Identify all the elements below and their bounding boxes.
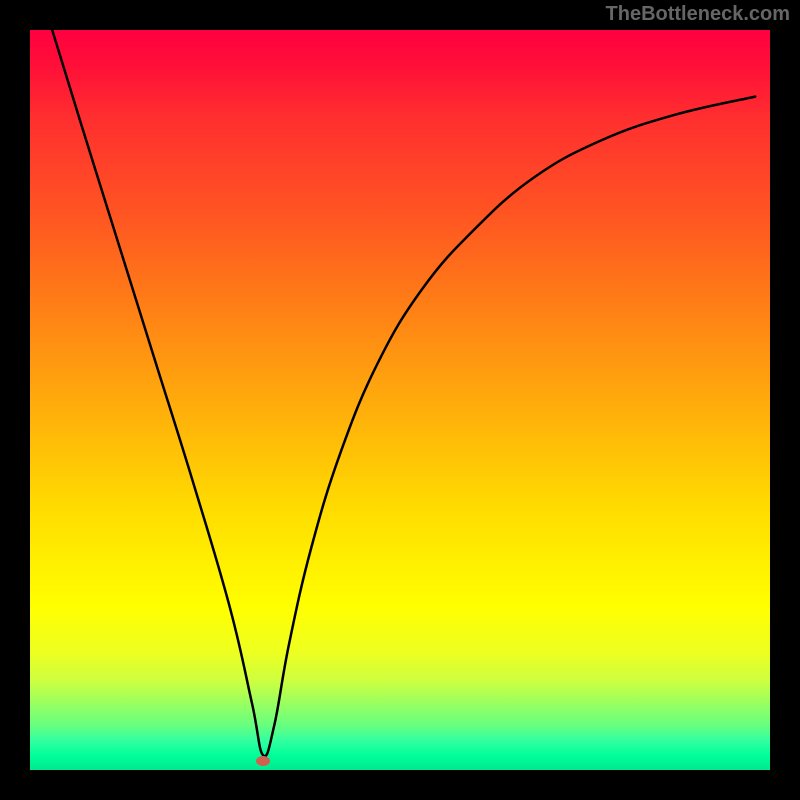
bottleneck-curve — [52, 30, 755, 756]
plot-area — [30, 30, 770, 770]
chart-container: TheBottleneck.com — [0, 0, 800, 800]
curve-svg — [30, 30, 770, 770]
optimal-point-marker — [256, 756, 270, 766]
watermark-text: TheBottleneck.com — [606, 3, 790, 26]
